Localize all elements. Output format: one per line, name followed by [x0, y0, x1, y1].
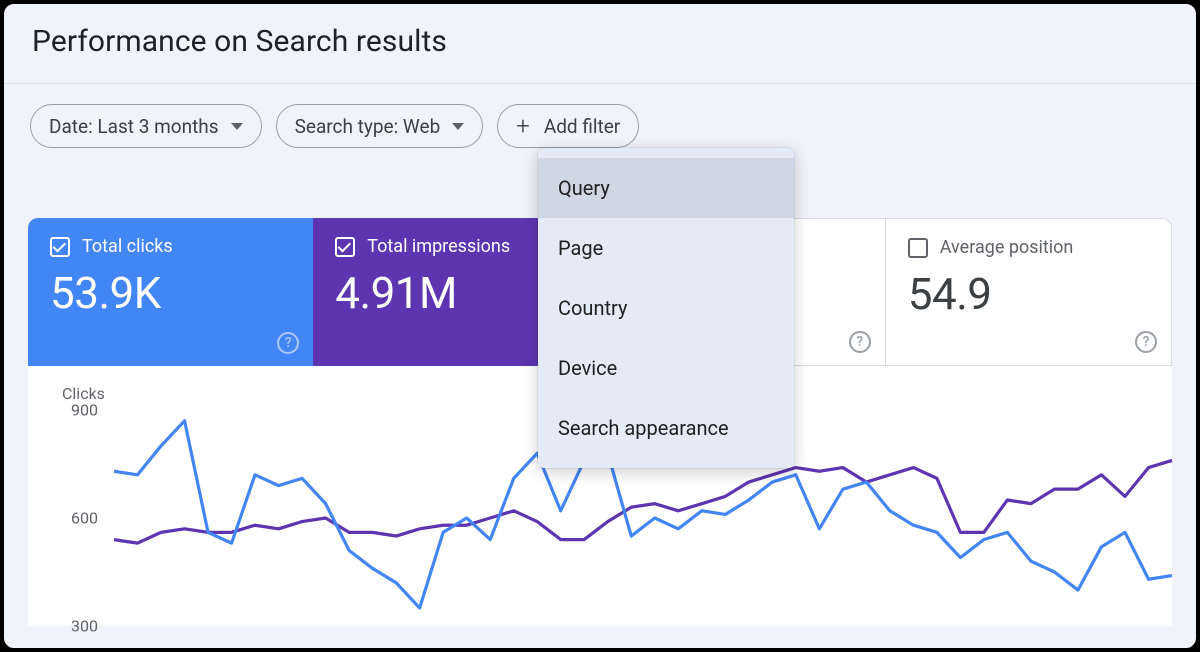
filter-date-label: Date: Last 3 months: [49, 115, 219, 138]
add-filter-button[interactable]: + Add filter: [497, 104, 639, 148]
checkbox-icon: [908, 238, 928, 258]
filter-search-type[interactable]: Search type: Web: [276, 104, 484, 148]
page-title: Performance on Search results: [32, 24, 1168, 59]
filter-option-search-appearance[interactable]: Search appearance: [538, 398, 794, 458]
caret-down-icon: [452, 123, 464, 130]
checkbox-icon: [50, 237, 70, 257]
y-tick: 300: [48, 617, 98, 636]
card-average-position[interactable]: Average position 54.9 ?: [886, 218, 1172, 366]
card-label: Average position: [940, 237, 1074, 258]
filter-option-query[interactable]: Query: [538, 158, 794, 218]
card-label: Total impressions: [367, 236, 510, 257]
y-tick: 600: [48, 509, 98, 528]
caret-down-icon: [231, 123, 243, 130]
y-axis: 900 600 300: [48, 410, 98, 626]
plus-icon: +: [516, 114, 530, 138]
checkbox-icon: [335, 237, 355, 257]
add-filter-dropdown: Query Page Country Device Search appeara…: [538, 148, 794, 468]
card-label: Total clicks: [82, 236, 173, 257]
filter-option-country[interactable]: Country: [538, 278, 794, 338]
filter-option-device[interactable]: Device: [538, 338, 794, 398]
help-icon[interactable]: ?: [849, 331, 871, 353]
series-impressions: [114, 460, 1172, 543]
filter-date[interactable]: Date: Last 3 months: [30, 104, 262, 148]
y-tick: 900: [48, 401, 98, 420]
card-value: 53.9K: [50, 267, 291, 319]
filter-option-page[interactable]: Page: [538, 218, 794, 278]
add-filter-label: Add filter: [544, 115, 620, 138]
help-icon[interactable]: ?: [1135, 331, 1157, 353]
filter-search-type-label: Search type: Web: [295, 115, 441, 138]
help-icon[interactable]: ?: [277, 332, 299, 354]
card-value: 54.9: [908, 268, 1149, 320]
card-total-clicks[interactable]: Total clicks 53.9K ?: [28, 218, 313, 366]
